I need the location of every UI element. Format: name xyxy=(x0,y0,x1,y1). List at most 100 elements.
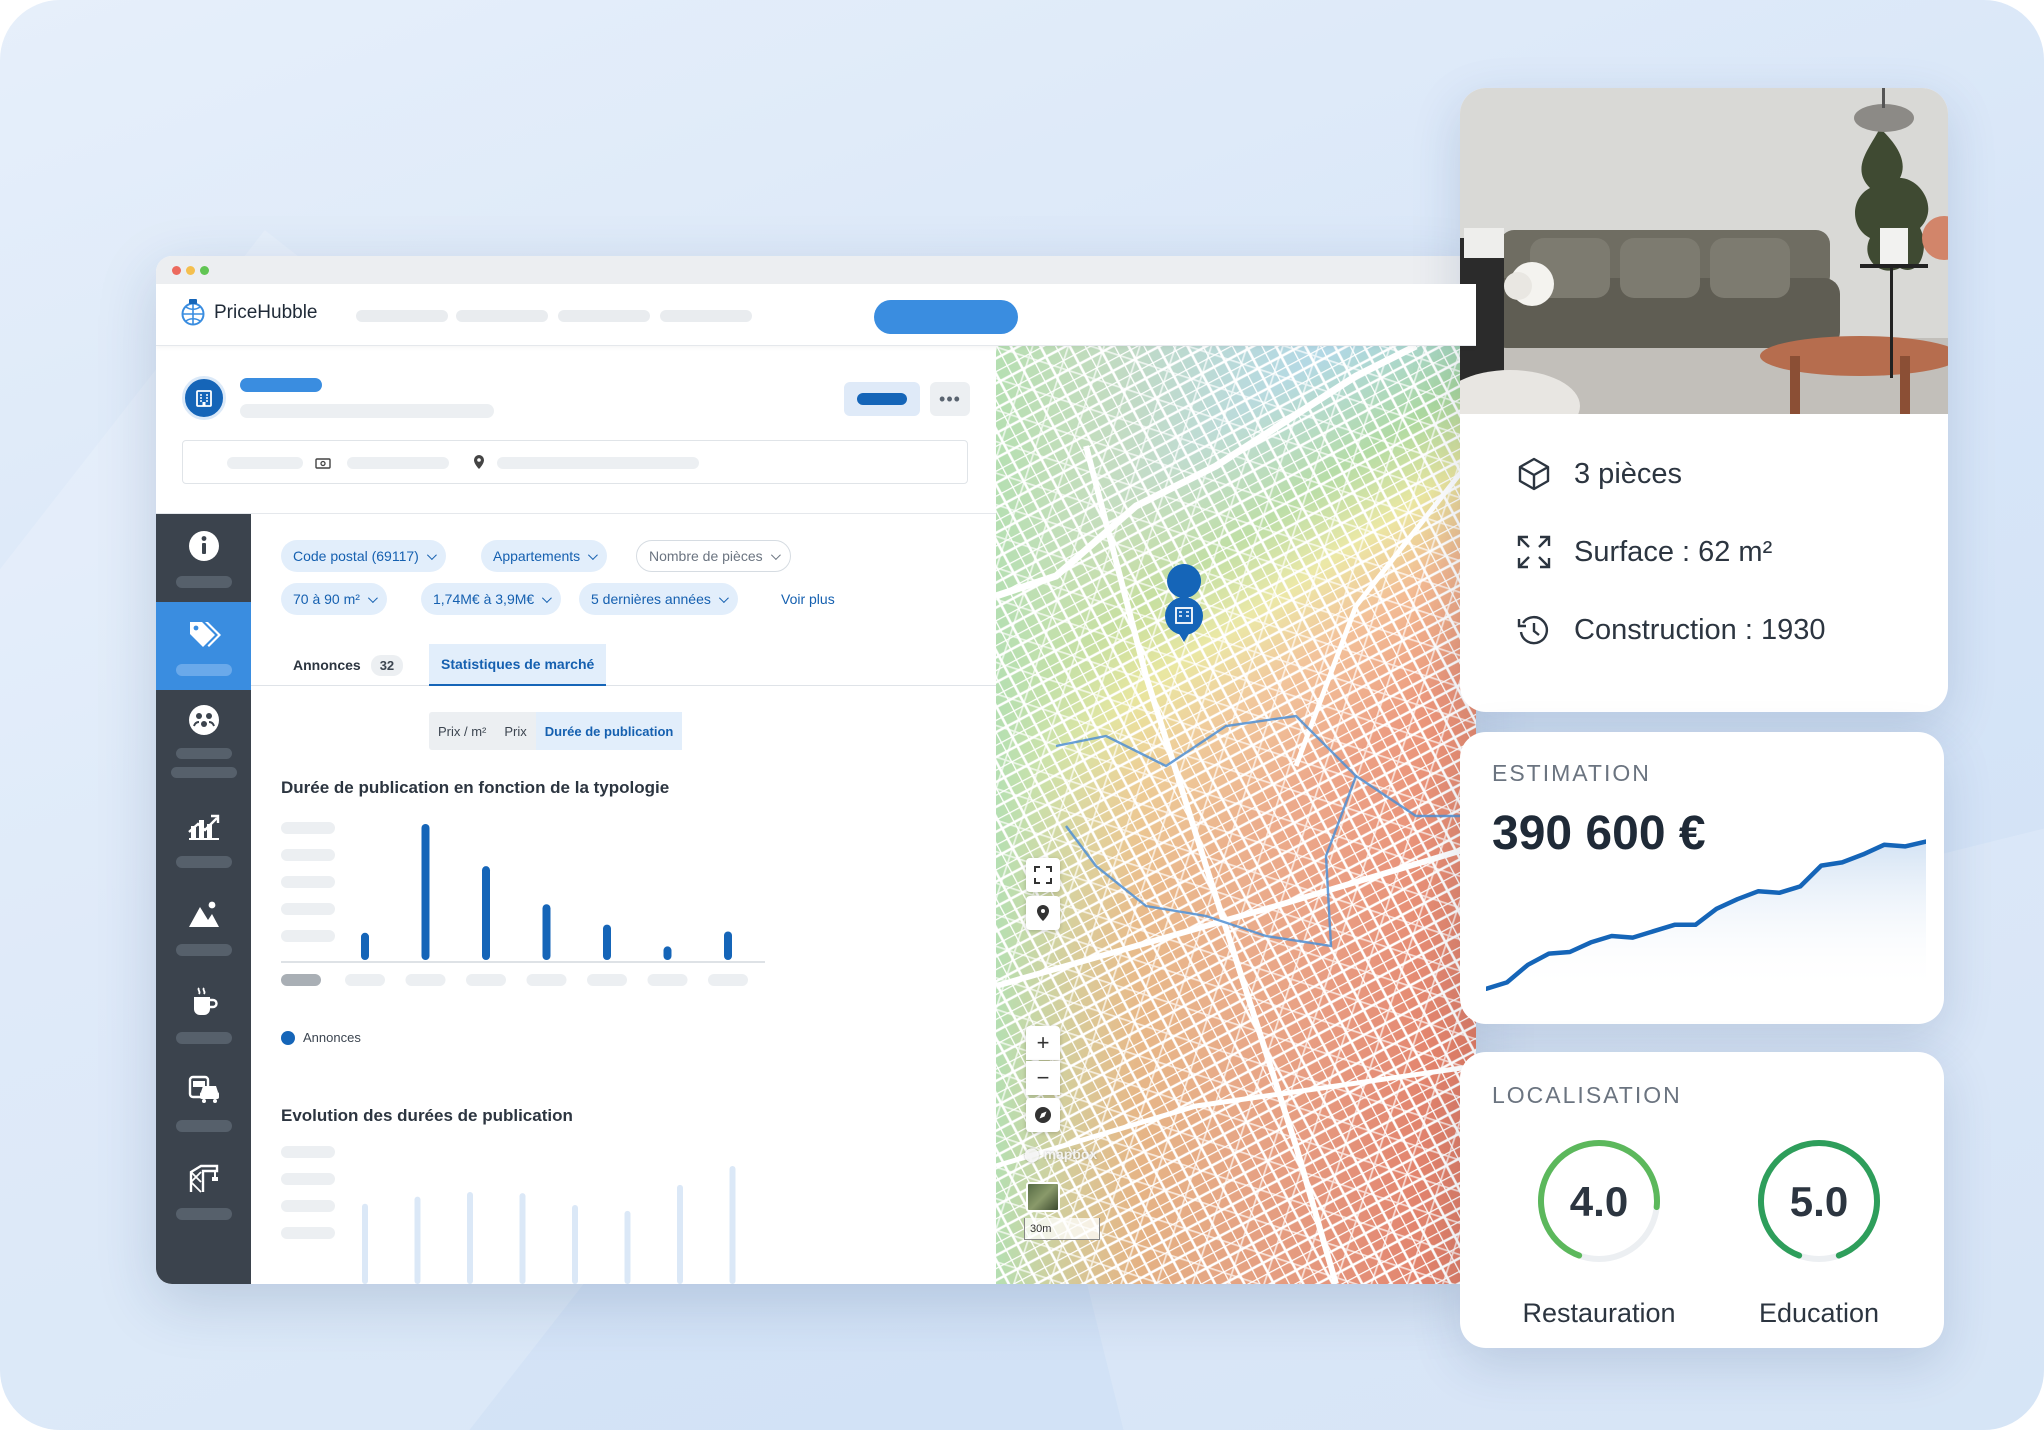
nav-item[interactable] xyxy=(356,310,448,322)
filter-surface[interactable]: 70 à 90 m² xyxy=(281,583,387,615)
map-canvas xyxy=(996,346,1476,1284)
property-header: ••• xyxy=(156,346,996,514)
restauration-score-gauge: 4.0 xyxy=(1524,1126,1674,1276)
minimize-window-button[interactable] xyxy=(186,266,195,275)
more-options-button[interactable]: ••• xyxy=(930,382,970,416)
nav-item[interactable] xyxy=(558,310,650,322)
sidebar-item-prices[interactable] xyxy=(156,602,251,690)
metric-switch: Prix / m² Prix Durée de publication xyxy=(429,712,683,750)
main-content: Code postal (69117) Appartements Nombre … xyxy=(251,514,996,1284)
tabs: Annonces 32 Statistiques de marché xyxy=(251,644,996,686)
property-card: 3 pièces Surface : 62 m² Construction : … xyxy=(1460,88,1948,712)
primary-action-button[interactable] xyxy=(874,300,1018,334)
nav-item[interactable] xyxy=(456,310,548,322)
fullscreen-button[interactable] xyxy=(1026,858,1060,892)
filter-price[interactable]: 1,74M€ à 3,9M€ xyxy=(421,583,562,615)
building-icon xyxy=(182,376,226,420)
sidebar-item-environment[interactable] xyxy=(156,882,251,970)
chart-legend: Annonces xyxy=(281,1030,361,1045)
y-tick-placeholder xyxy=(281,822,335,834)
see-more-filters-link[interactable]: Voir plus xyxy=(781,591,835,607)
listings-count-badge: 32 xyxy=(370,654,404,676)
legend-label: Annonces xyxy=(303,1030,361,1045)
y-tick-placeholder xyxy=(281,1146,335,1158)
bar xyxy=(677,1184,683,1284)
logo[interactable]: PriceHubble xyxy=(180,298,318,328)
money-icon xyxy=(315,458,331,469)
estimation-label: ESTIMATION xyxy=(1492,760,1651,786)
legend-swatch xyxy=(281,1030,295,1045)
bar xyxy=(482,866,490,960)
property-action-button[interactable] xyxy=(844,382,920,416)
x-tick-placeholder xyxy=(647,974,688,986)
tab-market-stats[interactable]: Statistiques de marché xyxy=(429,644,607,686)
sidebar-item-transport[interactable] xyxy=(156,1058,251,1146)
zoom-in-button[interactable]: + xyxy=(1026,1026,1060,1060)
segment-price[interactable]: Prix xyxy=(495,712,535,750)
globe-logo-icon xyxy=(181,299,205,326)
property-photo xyxy=(1460,88,1948,414)
sidebar-item-info[interactable] xyxy=(156,514,251,602)
education-label: Education xyxy=(1758,1298,1880,1328)
zoom-out-button[interactable]: − xyxy=(1026,1061,1060,1095)
tag-icon xyxy=(186,616,222,652)
filter-postal-code[interactable]: Code postal (69117) xyxy=(281,540,446,572)
minus-icon: − xyxy=(1036,1065,1050,1090)
cube-icon xyxy=(1516,456,1552,492)
satellite-toggle-button[interactable] xyxy=(1026,1182,1060,1212)
close-window-button[interactable] xyxy=(172,266,181,275)
map-scale: 30m xyxy=(1024,1218,1100,1240)
heat-map[interactable]: + − ⬤ mapbox 30m xyxy=(996,346,1476,1284)
sidebar-item-community[interactable] xyxy=(156,690,251,778)
maximize-window-button[interactable] xyxy=(200,266,209,275)
x-tick-placeholder xyxy=(466,974,506,986)
filter-period[interactable]: 5 dernières années xyxy=(579,583,738,615)
evolution-bar-chart xyxy=(281,1146,736,1284)
bar xyxy=(421,824,430,960)
bar xyxy=(724,931,732,960)
history-icon xyxy=(1516,612,1552,648)
info-icon xyxy=(186,528,222,564)
estimation-trend-chart xyxy=(1486,839,1926,992)
sidebar xyxy=(156,514,251,1284)
transport-icon xyxy=(186,1072,222,1108)
segment-publication-duration[interactable]: Durée de publication xyxy=(535,712,683,750)
sidebar-item-construction[interactable] xyxy=(156,1146,251,1234)
bar xyxy=(603,924,611,960)
sidebar-item-amenities[interactable] xyxy=(156,970,251,1058)
bar xyxy=(414,1196,421,1284)
app-name: PriceHubble xyxy=(214,302,318,323)
tab-listings[interactable]: Annonces 32 xyxy=(293,644,404,686)
filter-property-type[interactable]: Appartements xyxy=(481,540,608,572)
x-tick-placeholder xyxy=(345,974,385,986)
location-label: LOCALISATION xyxy=(1492,1082,1682,1108)
bar xyxy=(542,904,551,960)
bar xyxy=(663,946,672,960)
restauration-score: 4.0 xyxy=(1569,1178,1629,1225)
compass-button[interactable] xyxy=(1026,1098,1060,1132)
left-panel: ••• Code postal (69117) Appartements Nom… xyxy=(156,346,996,1284)
bar xyxy=(624,1210,631,1284)
sidebar-item-market[interactable] xyxy=(156,794,251,882)
location-pin-icon xyxy=(1037,905,1049,921)
property-subtitle-placeholder xyxy=(240,404,494,418)
feature-surface: Surface : 62 m² xyxy=(1516,534,1772,570)
top-navigation: PriceHubble xyxy=(156,284,1476,346)
nav-item[interactable] xyxy=(660,310,752,322)
chevron-down-icon xyxy=(426,549,437,560)
filter-rooms[interactable]: Nombre de pièces xyxy=(636,540,791,572)
bar xyxy=(519,1193,526,1284)
y-tick-placeholder xyxy=(281,849,335,861)
location-pin-icon xyxy=(474,455,484,469)
fullscreen-icon xyxy=(1034,866,1052,884)
y-tick-placeholder xyxy=(281,1173,335,1185)
segment-price-per-sqm[interactable]: Prix / m² xyxy=(429,712,495,750)
locate-button[interactable] xyxy=(1026,896,1060,930)
cafe-icon xyxy=(186,984,222,1020)
property-info-bar xyxy=(182,440,968,484)
y-tick-placeholder xyxy=(281,903,335,915)
bar xyxy=(729,1166,736,1284)
chevron-down-icon xyxy=(588,549,599,560)
chevron-down-icon xyxy=(542,592,553,603)
y-tick-placeholder xyxy=(281,930,335,942)
